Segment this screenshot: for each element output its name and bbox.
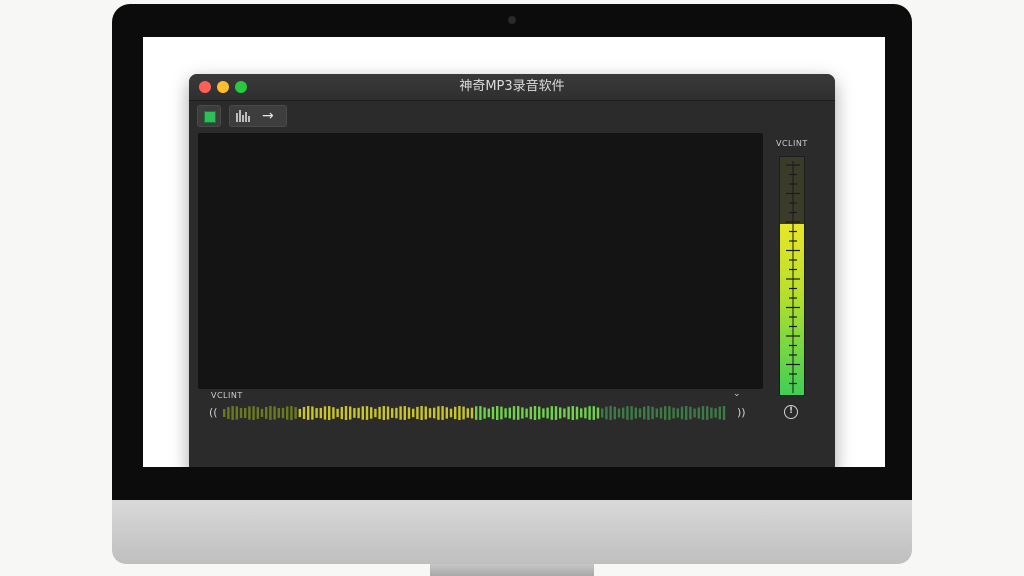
waveform-display[interactable] xyxy=(198,133,763,389)
alert-icon[interactable]: ! xyxy=(784,405,798,419)
right-channel-icon: )) xyxy=(737,406,746,419)
chevron-down-icon[interactable]: ⌄ xyxy=(733,389,741,399)
waveform-graphic xyxy=(199,165,761,357)
monitor-stand xyxy=(430,564,594,576)
window-title: 神奇MP3录音软件 xyxy=(459,79,565,94)
waveform-bars-icon[interactable] xyxy=(236,110,252,122)
meter-label: VCLINT xyxy=(776,139,808,148)
volume-meter xyxy=(779,156,805,396)
toolbar-group: → xyxy=(229,105,287,127)
camera-icon xyxy=(508,16,516,24)
monitor-screen: 神奇MP3录音软件 → VCLINT ⌄ (( )) VCLINT ! xyxy=(143,37,885,467)
level-timeline-strip[interactable] xyxy=(211,403,751,423)
app-window: 神奇MP3录音软件 → VCLINT ⌄ (( )) VCLINT ! xyxy=(189,74,835,467)
bottom-strip-label: VCLINT xyxy=(211,391,243,400)
arrow-right-icon[interactable]: → xyxy=(262,107,274,125)
record-square-icon xyxy=(204,111,216,123)
title-bar[interactable]: 神奇MP3录音软件 xyxy=(189,74,835,101)
record-button[interactable] xyxy=(197,105,221,127)
meter-ticks xyxy=(786,161,800,393)
monitor-chin xyxy=(112,500,912,564)
